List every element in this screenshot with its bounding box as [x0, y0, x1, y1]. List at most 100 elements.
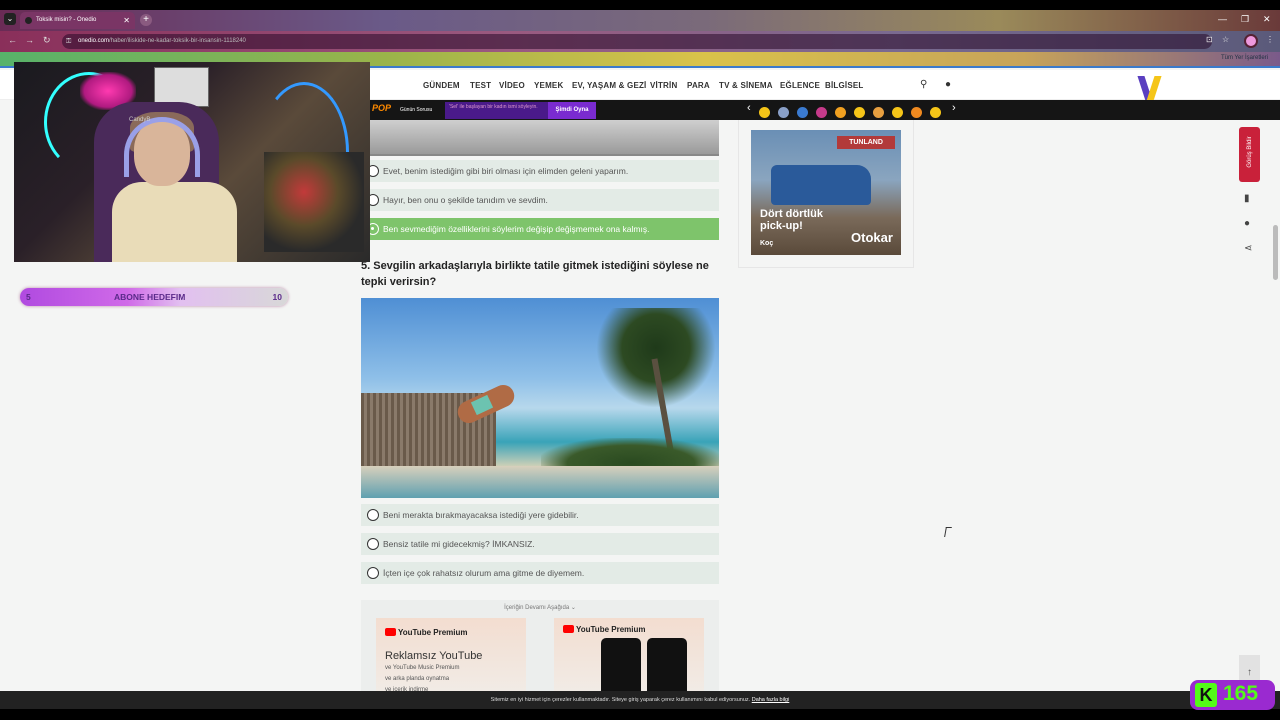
nav-ev-yasam[interactable]: EV, YAŞAM & GEZİ [572, 81, 647, 90]
tab-favicon-icon [25, 17, 32, 24]
continue-below-label: İçeriğin Devamı Aşağıda ⌄ [504, 605, 576, 611]
subscriber-goal-bar: 5 ABONE HEDEFIM 10 [20, 288, 288, 306]
emoji-reaction-icon[interactable] [892, 107, 903, 119]
page-scrollbar[interactable] [1273, 225, 1278, 280]
emoji-reaction-icon[interactable] [797, 107, 808, 119]
side-ad-model: TUNLAND [837, 136, 895, 149]
nav-test[interactable]: TEST [470, 81, 491, 90]
viewer-count: 165 [1223, 682, 1259, 705]
answer-label: Hayır, ben onu o şekilde tanıdım ve sevd… [383, 195, 548, 205]
nav-para[interactable]: PARA [687, 81, 710, 90]
cookie-banner: Sitemiz en iyi hizmet için çerezler kull… [0, 691, 1280, 709]
screen: ⌄ Toksik misin? - Onedio ✕ + — ❐ ✕ ← → ↻… [0, 0, 1280, 720]
nav-gundem[interactable]: GÜNDEM [423, 81, 460, 90]
tab-close-icon[interactable]: ✕ [123, 12, 130, 29]
question-image [361, 298, 719, 498]
answer-option-selected[interactable]: Ben sevmediğim özelliklerini söylerim de… [361, 218, 719, 240]
goal-target: 10 [272, 292, 282, 302]
emoji-reaction-icon[interactable] [759, 107, 770, 119]
truck-image [771, 165, 871, 205]
url-field[interactable]: ⚿ onedio.com/haber/iliskide-ne-kadar-tok… [62, 34, 1212, 49]
nav-eglence[interactable]: EĞLENCE [780, 81, 820, 90]
emoji-reaction-icon[interactable] [835, 107, 846, 119]
nav-vitrin[interactable]: VİTRİN [650, 81, 677, 90]
tab-title: Toksik misin? - Onedio [36, 17, 97, 23]
nav-tv-sinema[interactable]: TV & SİNEMA [719, 81, 773, 90]
forward-icon[interactable]: → [25, 35, 34, 45]
url-host: onedio.com [78, 38, 110, 44]
feedback-button[interactable]: Görüş Bildir [1239, 127, 1260, 182]
profile-avatar[interactable] [1244, 34, 1258, 48]
mouse-cursor-icon [944, 527, 952, 537]
answer-label: Beni merakta bırakmayacaksa istediği yer… [383, 510, 579, 520]
youtube-ad-card[interactable]: YouTube Premium Reklamsız YouTube ve You… [376, 618, 526, 700]
answer-option[interactable]: Hayır, ben onu o şekilde tanıdım ve sevd… [361, 189, 719, 211]
side-ad[interactable]: TUNLAND Dört dörtlük pick-up! Koç Otokar [751, 130, 901, 255]
kick-logo-icon: K [1195, 683, 1217, 707]
emoji-reaction-icon[interactable] [930, 107, 941, 119]
answer-label: Evet, benim istediğim gibi biri olması i… [383, 166, 629, 176]
youtube-logo: YouTube Premium [563, 625, 646, 634]
content-ad-box: İçeriğin Devamı Aşağıda ⌄ YouTube Premiu… [361, 600, 719, 700]
play-now-button[interactable]: Şimdi Oyna [548, 102, 596, 119]
side-ad-brand: Otokar [851, 230, 893, 245]
emoji-reaction-icon[interactable] [911, 107, 922, 119]
close-window-icon[interactable]: ✕ [1263, 14, 1271, 25]
daily-question-text: 'Sel' ile başlayan bir kadın ismi söyley… [445, 102, 548, 119]
browser-menu-icon[interactable]: ⋮ [1266, 35, 1274, 44]
answer-option[interactable]: İçten içe çok rahatsız olurum ama gitme … [361, 562, 719, 584]
wall-poster [154, 67, 209, 107]
side-ad-headline: Dört dörtlük pick-up! [760, 208, 823, 232]
nav-bilgisel[interactable]: BİLGİSEL [825, 81, 864, 90]
bookmark-star-icon[interactable]: ☆ [1222, 35, 1229, 44]
image-pool [361, 466, 719, 498]
all-bookmarks[interactable]: Tüm Yer İşaretleri [1221, 55, 1268, 61]
browser-tab-strip: ⌄ Toksik misin? - Onedio ✕ + — ❐ ✕ [0, 10, 1280, 31]
browser-tab[interactable]: Toksik misin? - Onedio ✕ [20, 12, 135, 29]
tab-search-icon[interactable]: ⌄ [4, 13, 16, 25]
install-icon[interactable]: ⊡ [1206, 35, 1213, 44]
search-icon[interactable]: ⚲ [920, 79, 927, 90]
new-tab-icon[interactable]: + [140, 14, 152, 26]
url-path: /haber/iliskide-ne-kadar-toksik-bir-insa… [109, 38, 246, 44]
bookmark-icon[interactable]: ▮ [1244, 193, 1250, 204]
radio-icon [367, 567, 379, 579]
address-bar-row: ← → ↻ ⚿ onedio.com/haber/iliskide-ne-kad… [0, 31, 1280, 52]
youtube-ad-line: ve arka planda oynatma [385, 676, 450, 682]
youtube-logo: YouTube Premium [385, 628, 468, 637]
nav-yemek[interactable]: YEMEK [534, 81, 563, 90]
emoji-reaction-icon[interactable] [873, 107, 884, 119]
answer-option[interactable]: Evet, benim istediğim gibi biri olması i… [361, 160, 719, 182]
youtube-ad-title: Reklamsız YouTube [385, 650, 483, 662]
reload-icon[interactable]: ↻ [43, 35, 51, 46]
emoji-next-icon[interactable]: › [952, 102, 956, 114]
emoji-reactions [759, 104, 949, 119]
viewer-count-badge: K 165 [1190, 680, 1275, 710]
radio-icon [367, 509, 379, 521]
youtube-brand: YouTube Premium [576, 625, 646, 634]
streamer-shirt [112, 182, 237, 262]
restore-icon[interactable]: ❐ [1241, 14, 1249, 25]
emoji-prev-icon[interactable]: ‹ [747, 102, 751, 114]
nav-video[interactable]: VİDEO [499, 81, 525, 90]
cam-name: CandyB [129, 117, 151, 123]
emoji-reaction-icon[interactable] [816, 107, 827, 119]
cookie-more-link[interactable]: Daha fazla bilgi [752, 697, 790, 703]
site-info-icon[interactable]: ⚿ [66, 34, 71, 49]
emoji-reaction-icon[interactable] [778, 107, 789, 119]
goal-label: ABONE HEDEFIM [114, 292, 186, 302]
share-icon[interactable]: ⋖ [1244, 243, 1252, 254]
user-icon[interactable]: ● [945, 79, 951, 90]
previous-question-image [370, 120, 719, 156]
cookie-text: Sitemiz en iyi hizmet için çerezler kull… [490, 697, 751, 703]
comment-icon[interactable]: ● [1244, 218, 1250, 229]
emoji-reaction-icon[interactable] [854, 107, 865, 119]
answer-option[interactable]: Bensiz tatile mi gidecekmiş? İMKANSIZ. [361, 533, 719, 555]
youtube-ad-card[interactable]: YouTube Premium [554, 618, 704, 700]
pop-logo: POP [372, 103, 392, 113]
back-icon[interactable]: ← [8, 35, 17, 45]
goal-current: 5 [26, 292, 31, 302]
minimize-icon[interactable]: — [1218, 14, 1227, 24]
youtube-ad-line: ve YouTube Music Premium [385, 665, 460, 671]
answer-option[interactable]: Beni merakta bırakmayacaksa istediği yer… [361, 504, 719, 526]
